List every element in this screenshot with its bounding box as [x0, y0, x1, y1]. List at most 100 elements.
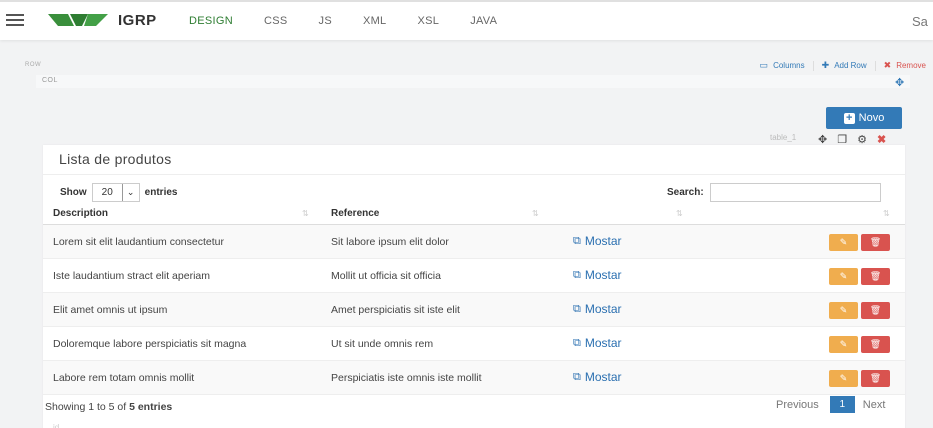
add-row-button[interactable]: ✚ Add Row — [822, 60, 867, 71]
cell-description: Elit amet omnis ut ipsum — [53, 304, 168, 316]
novo-button[interactable]: + Novo — [826, 107, 902, 129]
edit-button[interactable]: ✎ — [829, 234, 858, 251]
trash-icon: 🗑 — [869, 237, 882, 247]
edit-button[interactable]: ✎ — [829, 268, 858, 285]
sort-icon[interactable]: ⇅ — [532, 209, 539, 218]
info-total: 5 entries — [129, 401, 173, 413]
delete-button[interactable]: 🗑 — [861, 336, 890, 353]
trash-icon: 🗑 — [869, 373, 882, 383]
tab-js[interactable]: JS — [319, 15, 332, 27]
search-label: Search: — [667, 187, 704, 198]
editor-tabs: DESIGN CSS JS XML XSL JAVA — [189, 15, 528, 27]
delete-button[interactable]: 🗑 — [861, 302, 890, 319]
link-label: Mostar — [584, 268, 622, 282]
trash-icon: 🗑 — [869, 305, 882, 315]
link-label: Mostar — [584, 234, 622, 248]
table-header: Description ⇅ Reference ⇅ ⇅ ⇅ — [43, 203, 905, 225]
footer-tag: id — [53, 423, 60, 428]
add-row-label: Add Row — [834, 61, 867, 70]
external-link-icon: ⧉ — [573, 302, 581, 315]
trash-icon: 🗑 — [869, 339, 882, 349]
tab-css[interactable]: CSS — [264, 15, 288, 27]
edit-button[interactable]: ✎ — [829, 336, 858, 353]
entries-select[interactable]: 20 ⌄ — [91, 183, 140, 202]
entries-length: Show 20 ⌄ entries — [60, 183, 177, 202]
row-label: ROW — [25, 62, 42, 68]
cell-description: Doloremque labore perspiciatis sit magna — [53, 338, 247, 350]
pencil-icon: ✎ — [839, 305, 848, 315]
cell-reference: Mollit ut officia sit officia — [331, 270, 441, 282]
cell-reference: Sit labore ipsum elit dolor — [331, 236, 449, 248]
sort-icon[interactable]: ⇅ — [883, 209, 890, 218]
row-container: ROW ▭ Columns ✚ Add Row ✖ Remove — [22, 60, 926, 74]
link-label: Mostar — [584, 370, 622, 384]
table-row: Elit amet omnis ut ipsum Amet perspiciat… — [43, 293, 905, 327]
external-link-icon: ⧉ — [573, 336, 581, 349]
chevron-down-icon: ⌄ — [121, 184, 139, 201]
cell-description: Iste laudantium stract elit aperiam — [53, 270, 210, 282]
delete-button[interactable]: 🗑 — [861, 234, 890, 251]
search-input[interactable] — [709, 183, 881, 202]
mostar-link[interactable]: ⧉ Mostar — [573, 302, 622, 316]
mostar-link[interactable]: ⧉ Mostar — [573, 370, 622, 384]
column-header-reference[interactable]: Reference — [331, 208, 379, 219]
move-icon[interactable]: ✥ — [895, 76, 904, 89]
search-box: Search: — [667, 183, 881, 202]
previous-button[interactable]: Previous — [776, 399, 819, 411]
entries-value: 20 — [101, 187, 113, 198]
mostar-link[interactable]: ⧉ Mostar — [573, 336, 622, 350]
menu-icon[interactable] — [6, 14, 24, 28]
info-prefix: Showing 1 to 5 of — [45, 401, 130, 413]
cell-description: Lorem sit elit laudantium consectetur — [53, 236, 224, 248]
page-button-1[interactable]: 1 — [829, 396, 855, 413]
close-icon: ✖ — [883, 60, 892, 70]
pencil-icon: ✎ — [839, 271, 848, 281]
trash-icon: 🗑 — [869, 271, 882, 281]
cell-reference: Perspiciatis iste omnis iste mollit — [331, 372, 482, 384]
edit-button[interactable]: ✎ — [829, 302, 858, 319]
plus-icon: ✚ — [821, 60, 830, 70]
cell-description: Labore rem totam omnis mollit — [53, 372, 195, 384]
table-row: Iste laudantium stract elit aperiam Moll… — [43, 259, 905, 293]
brand-name: IGRP — [118, 12, 157, 29]
table-info: Showing 1 to 5 of 5 entries — [45, 401, 172, 413]
mostar-link[interactable]: ⧉ Mostar — [573, 268, 622, 282]
panel-title: Lista de produtos — [59, 151, 172, 167]
table-row: Lorem sit elit laudantium consectetur Si… — [43, 225, 905, 259]
edit-button[interactable]: ✎ — [829, 370, 858, 387]
col-label: COL — [42, 77, 58, 84]
remove-label: Remove — [896, 61, 926, 70]
external-link-icon: ⧉ — [573, 268, 581, 281]
novo-label: Novo — [858, 112, 885, 124]
cell-reference: Ut sit unde omnis rem — [331, 338, 434, 350]
remove-button[interactable]: ✖ Remove — [884, 60, 926, 71]
plus-square-icon: + — [843, 112, 855, 124]
external-link-icon: ⧉ — [573, 370, 581, 383]
column-header-description[interactable]: Description — [53, 208, 108, 219]
mostar-link[interactable]: ⧉ Mostar — [573, 234, 622, 248]
tab-design[interactable]: DESIGN — [189, 15, 233, 27]
pencil-icon: ✎ — [839, 237, 848, 247]
table-tag: table_1 — [770, 133, 797, 142]
entries-label: entries — [144, 187, 178, 198]
sort-icon[interactable]: ⇅ — [302, 209, 309, 218]
columns-button[interactable]: ▭ Columns — [760, 60, 805, 71]
table-panel: Lista de produtos Show 20 ⌄ entries Sear… — [43, 145, 905, 428]
show-label: Show — [60, 187, 87, 198]
next-button[interactable]: Next — [863, 399, 886, 411]
save-button[interactable]: Sa — [912, 14, 928, 29]
pencil-icon: ✎ — [839, 373, 848, 383]
delete-button[interactable]: 🗑 — [861, 268, 890, 285]
tab-java[interactable]: JAVA — [470, 15, 497, 27]
sort-icon[interactable]: ⇅ — [676, 209, 683, 218]
top-navbar: IGRP DESIGN CSS JS XML XSL JAVA Sa — [0, 0, 933, 40]
external-link-icon: ⧉ — [573, 234, 581, 247]
tab-xml[interactable]: XML — [363, 15, 387, 27]
columns-icon: ▭ — [759, 60, 769, 70]
pagination: Previous 1 Next — [776, 396, 885, 413]
table-row: Labore rem totam omnis mollit Perspiciat… — [43, 361, 905, 395]
delete-button[interactable]: 🗑 — [861, 370, 890, 387]
link-label: Mostar — [584, 302, 622, 316]
tab-xsl[interactable]: XSL — [417, 15, 439, 27]
igrp-logo — [48, 14, 108, 26]
